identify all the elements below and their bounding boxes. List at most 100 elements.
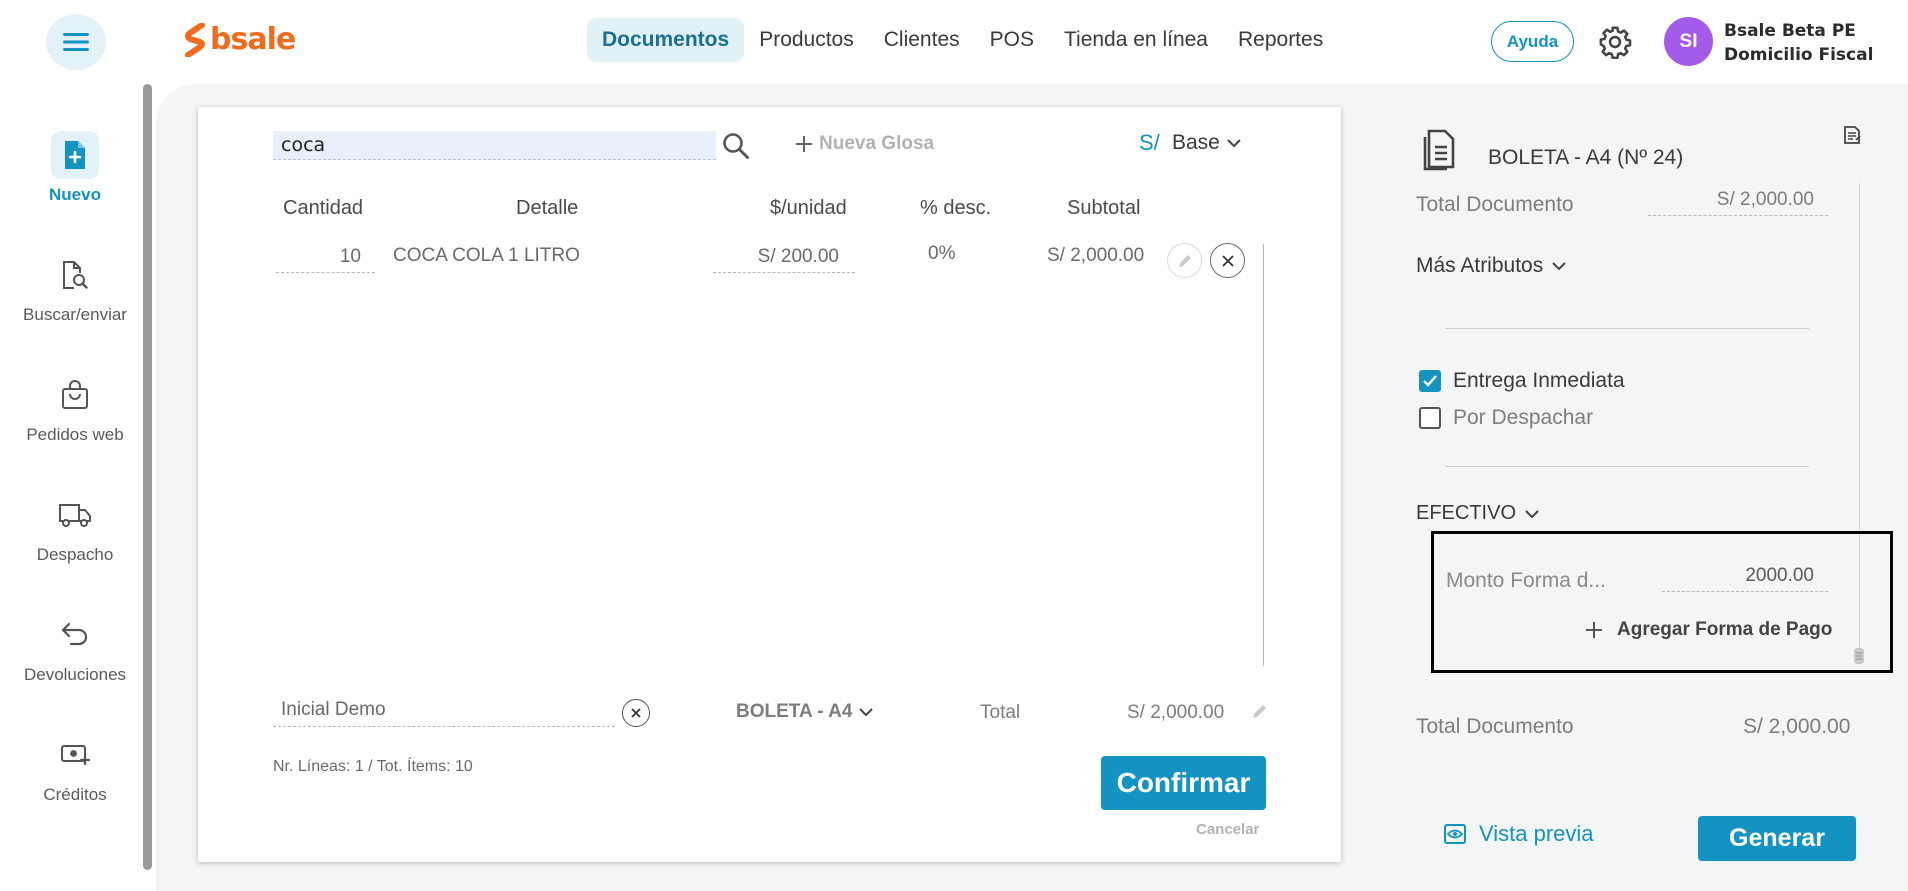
separator xyxy=(1446,328,1809,329)
sidebar-item-label: Devoluciones xyxy=(23,665,127,684)
hamburger-icon xyxy=(63,33,89,51)
detail-cell: COCA COLA 1 LITRO xyxy=(393,245,580,266)
chevron-down-icon xyxy=(1525,509,1539,518)
notes-icon[interactable] xyxy=(1841,124,1863,146)
total-document-label: Total Documento xyxy=(1416,193,1574,216)
entrega-inmediata-checkbox[interactable] xyxy=(1419,370,1441,392)
eye-icon xyxy=(1444,824,1466,844)
document-title: BOLETA - A4 (Nº 24) xyxy=(1488,146,1684,169)
sidebar-item-creditos[interactable]: Créditos xyxy=(0,731,150,805)
resize-handle-icon[interactable] xyxy=(1853,647,1865,665)
sidebar-item-buscar-enviar[interactable]: Buscar/enviar xyxy=(0,251,150,325)
sidebar-item-label: Créditos xyxy=(43,785,107,804)
bsale-logo[interactable]: bsale xyxy=(184,22,296,57)
payment-method-value: EFECTIVO xyxy=(1416,502,1517,524)
company-info[interactable]: Bsale Beta PE Domicilio Fiscal xyxy=(1724,19,1873,67)
avatar[interactable]: SI xyxy=(1664,17,1713,66)
price-list-value: Base xyxy=(1172,131,1220,154)
sidebar-item-label: Pedidos web xyxy=(26,425,124,444)
add-payment-button[interactable]: Agregar Forma de Pago xyxy=(1585,619,1832,641)
column-header-unit-price: $/unidad xyxy=(770,197,847,219)
discount-cell[interactable]: 0% xyxy=(928,243,955,265)
new-document-icon xyxy=(51,131,99,179)
total-label: Total xyxy=(980,702,1021,723)
product-search-input[interactable]: coca xyxy=(273,131,716,160)
close-icon xyxy=(1221,254,1234,267)
quantity-field[interactable]: 10 xyxy=(276,242,375,273)
truck-icon xyxy=(51,491,99,539)
total-value: S/ 2,000.00 xyxy=(1127,702,1225,723)
search-icon[interactable] xyxy=(721,131,751,161)
payment-highlight-box xyxy=(1431,531,1893,673)
pencil-icon[interactable] xyxy=(1251,702,1269,720)
total-document-label-bottom: Total Documento xyxy=(1416,715,1574,738)
currency-symbol: S/ xyxy=(1139,130,1160,155)
help-button[interactable]: Ayuda xyxy=(1491,21,1574,62)
main-nav: Documentos Productos Clientes POS Tienda… xyxy=(587,18,1338,62)
company-name: Bsale Beta PE xyxy=(1724,21,1856,41)
column-header-discount: % desc. xyxy=(920,197,992,219)
preview-label: Vista previa xyxy=(1479,821,1594,846)
search-document-icon xyxy=(51,251,99,299)
document-type-value: BOLETA - A4 xyxy=(736,701,853,722)
document-type-dropdown[interactable]: BOLETA - A4 xyxy=(736,701,874,723)
company-branch: Domicilio Fiscal xyxy=(1724,45,1874,65)
more-attributes-label: Más Atributos xyxy=(1416,254,1544,277)
nav-documentos[interactable]: Documentos xyxy=(587,18,745,62)
sidebar-item-despacho[interactable]: Despacho xyxy=(0,491,150,565)
nav-tienda-en-linea[interactable]: Tienda en línea xyxy=(1049,18,1223,62)
nav-pos[interactable]: POS xyxy=(975,18,1049,62)
sidebar: Nuevo Buscar/enviar Pedidos web Despacho… xyxy=(0,84,150,891)
bsale-logo-icon xyxy=(185,22,205,57)
menu-button[interactable] xyxy=(46,14,106,70)
total-document-value: S/ 2,000.00 xyxy=(1648,188,1828,216)
separator xyxy=(1446,466,1809,467)
price-list-dropdown[interactable]: Base xyxy=(1172,131,1242,155)
sidebar-item-label: Buscar/enviar xyxy=(23,305,127,324)
more-attributes-toggle[interactable]: Más Atributos xyxy=(1416,254,1567,278)
sidebar-item-pedidos-web[interactable]: Pedidos web xyxy=(0,371,150,445)
nav-clientes[interactable]: Clientes xyxy=(869,18,975,62)
cancel-link[interactable]: Cancelar xyxy=(1196,821,1259,838)
nav-productos[interactable]: Productos xyxy=(744,18,869,62)
column-header-detalle: Detalle xyxy=(516,197,579,219)
plus-icon xyxy=(796,136,812,152)
close-icon xyxy=(631,708,641,718)
column-header-cantidad: Cantidad xyxy=(283,197,364,219)
preview-button[interactable]: Vista previa xyxy=(1443,821,1594,847)
clear-client-button[interactable] xyxy=(622,699,650,727)
payment-method-dropdown[interactable]: EFECTIVO xyxy=(1416,502,1540,525)
unit-price-field[interactable]: S/ 200.00 xyxy=(713,242,855,273)
chevron-down-icon xyxy=(1227,139,1241,148)
entrega-inmediata-label[interactable]: Entrega Inmediata xyxy=(1453,369,1625,393)
return-arrow-icon xyxy=(51,611,99,659)
por-despachar-checkbox[interactable] xyxy=(1419,407,1441,429)
confirm-button[interactable]: Confirmar xyxy=(1101,756,1266,810)
edit-line-button[interactable] xyxy=(1167,243,1202,278)
subtotal-cell: S/ 2,000.00 xyxy=(1047,245,1145,266)
client-field[interactable]: Inicial Demo xyxy=(273,697,615,727)
nav-reportes[interactable]: Reportes xyxy=(1223,18,1338,62)
checkmark-icon xyxy=(1423,375,1437,387)
logo-text: bsale xyxy=(210,22,296,57)
payment-amount-label: Monto Forma d... xyxy=(1446,569,1606,592)
por-despachar-label[interactable]: Por Despachar xyxy=(1453,406,1593,430)
total-document-value-bottom: S/ 2,000.00 xyxy=(1743,715,1851,738)
document-icon xyxy=(1423,129,1455,171)
payment-amount-input[interactable]: 2000.00 xyxy=(1662,565,1828,592)
sidebar-item-label: Despacho xyxy=(36,545,114,564)
sidebar-item-nuevo[interactable]: Nuevo xyxy=(0,131,150,205)
lines-summary: Nr. Líneas: 1 / Tot. Ítems: 10 xyxy=(273,758,473,775)
remove-line-button[interactable] xyxy=(1210,243,1245,278)
shopping-bag-icon xyxy=(51,371,99,419)
column-header-subtotal: Subtotal xyxy=(1067,197,1141,219)
sidebar-item-devoluciones[interactable]: Devoluciones xyxy=(0,611,150,685)
generate-button[interactable]: Generar xyxy=(1698,816,1856,861)
new-glosa-button[interactable]: Nueva Glosa xyxy=(795,133,934,155)
gear-icon[interactable] xyxy=(1598,25,1632,59)
plus-icon xyxy=(1586,622,1602,638)
chevron-down-icon xyxy=(1552,262,1566,271)
document-editor-card xyxy=(198,107,1341,862)
sidebar-scrollbar[interactable] xyxy=(143,84,152,870)
sidebar-item-label: Nuevo xyxy=(49,185,101,204)
